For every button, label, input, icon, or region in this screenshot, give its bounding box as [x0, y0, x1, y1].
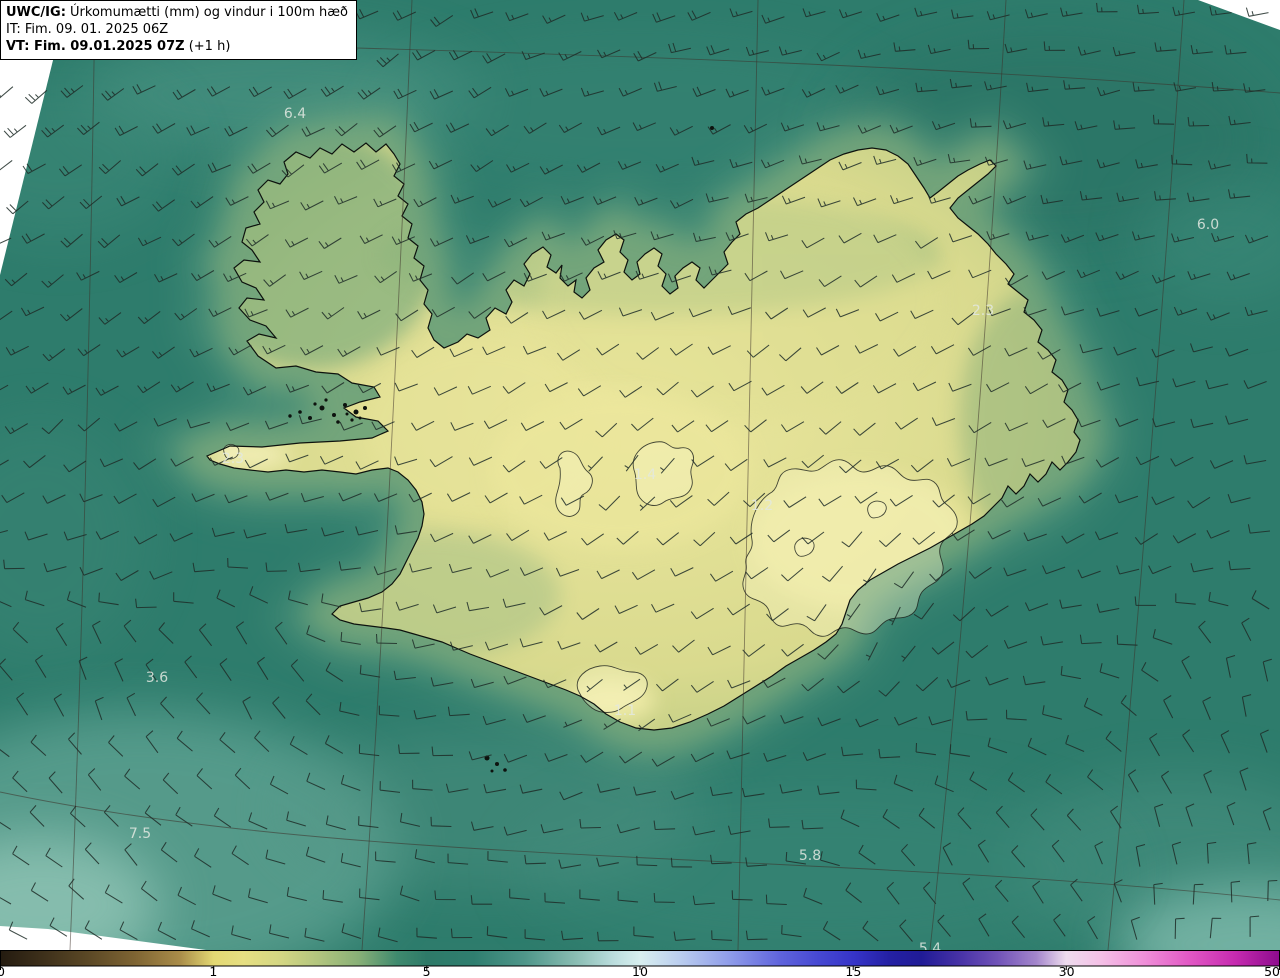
- contour-label: 7.5: [129, 826, 151, 842]
- title-line: UWC/IG: Úrkomumætti (mm) og vindur i 100…: [6, 4, 348, 21]
- colorbar-tick-label: 30: [1058, 964, 1075, 978]
- colorbar-footer: 0 1 5 10 15 30 50: [0, 950, 1280, 978]
- weather-map-screenshot: 6.4 6.0 2.3 2.3 1.4 1.2 1.1 3.6 7.5 5.8 5.4 UWC/IG…: [0, 0, 1280, 978]
- contour-label: 1.4: [634, 467, 656, 483]
- contour-label: 3.6: [146, 670, 168, 686]
- colorbar-tick-label: 5: [422, 964, 431, 978]
- valid-offset: (+1 h): [188, 39, 231, 54]
- contour-label: 6.0: [1197, 217, 1219, 233]
- model-id: UWC/IG:: [6, 5, 66, 20]
- colorbar-tick-label: 1: [209, 964, 218, 978]
- valid-time-line: VT: Fim. 09.01.2025 07Z (+1 h): [6, 38, 348, 55]
- valid-time: VT: Fim. 09.01.2025 07Z: [6, 39, 185, 54]
- colorbar-tick-label: 10: [632, 964, 648, 978]
- init-time-line: IT: Fim. 09. 01. 2025 06Z: [6, 22, 169, 37]
- contour-label: 1.1: [614, 703, 636, 719]
- contour-label: 2.3: [222, 451, 244, 467]
- product-title: Úrkomumætti (mm) og vindur i 100m hæð: [70, 5, 348, 20]
- contour-label: 1.2: [751, 498, 773, 514]
- contour-label: 5.8: [799, 848, 821, 864]
- map-canvas: 6.4 6.0 2.3 2.3 1.4 1.2 1.1 3.6 7.5 5.8 5.4: [0, 0, 1280, 950]
- contour-label: 6.4: [284, 106, 306, 122]
- contour-label: 2.3: [972, 303, 994, 319]
- colorbar-tick-label: 0: [0, 964, 5, 978]
- title-box: UWC/IG: Úrkomumætti (mm) og vindur i 100…: [0, 0, 357, 60]
- colorbar-tick-label: 15: [845, 964, 862, 978]
- contour-label: 5.4: [919, 941, 941, 950]
- colorbar-tick-label: 50: [1264, 964, 1280, 978]
